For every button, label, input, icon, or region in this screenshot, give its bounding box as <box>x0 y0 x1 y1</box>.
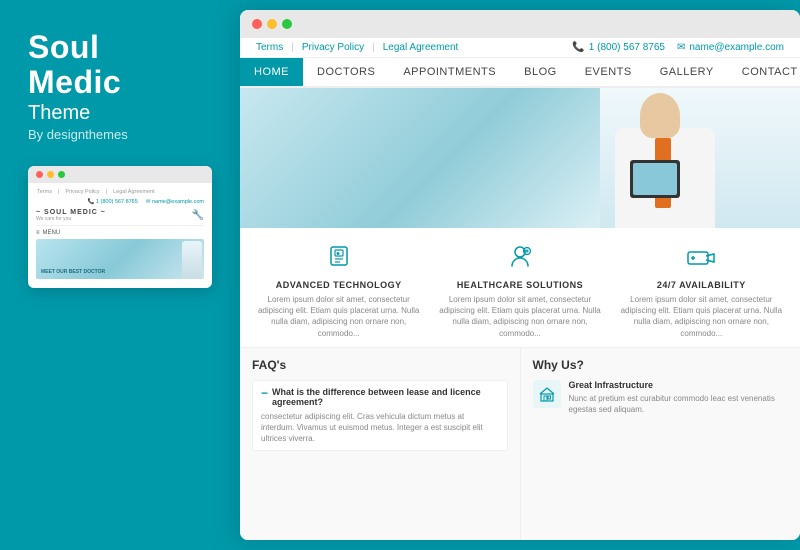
why-item-title: Great Infrastructure <box>569 380 789 390</box>
feature-technology: ADVANCED TECHNOLOGY Lorem ipsum dolor si… <box>256 244 421 339</box>
feature-technology-icon <box>256 244 421 276</box>
main-browser: Terms | Privacy Policy | Legal Agreement… <box>240 10 800 540</box>
header-links: Terms | Privacy Policy | Legal Agreement <box>256 42 458 53</box>
bottom-section: FAQ's − What is the difference between l… <box>240 348 800 540</box>
dot-green[interactable] <box>282 19 292 29</box>
faq-section: FAQ's − What is the difference between l… <box>240 348 521 540</box>
why-section: Why Us? Great Infrastructure Nunc at pre… <box>521 348 800 540</box>
brand-name: Soul Medic Theme By designthemes <box>28 30 212 142</box>
features-section: ADVANCED TECHNOLOGY Lorem ipsum dolor si… <box>240 228 800 348</box>
nav-contact[interactable]: CONTACT <box>728 58 800 86</box>
header-link-terms[interactable]: Terms <box>256 42 283 53</box>
faq-minus-icon[interactable]: − <box>261 387 268 399</box>
mini-menu-row: ≡ MENU <box>36 230 204 236</box>
email-address: name@example.com <box>689 42 784 53</box>
brand-subtitle: Theme <box>28 102 212 125</box>
faq-title: FAQ's <box>252 358 508 372</box>
browser-content: Terms | Privacy Policy | Legal Agreement… <box>240 38 800 540</box>
nav-gallery[interactable]: GALLERY <box>646 58 728 86</box>
email-contact: ✉ name@example.com <box>677 42 784 53</box>
header-contact: 📞 1 (800) 567 8765 ✉ name@example.com <box>572 42 784 53</box>
left-panel: Soul Medic Theme By designthemes Terms |… <box>0 0 240 550</box>
doctor-head <box>640 93 680 138</box>
brand-title: Soul Medic <box>28 30 212 100</box>
feature-healthcare: HEALTHCARE SOLUTIONS Lorem ipsum dolor s… <box>437 244 602 339</box>
mini-contact-row: 📞 1 (800) 567 8765 ✉ name@example.com <box>36 199 204 205</box>
why-item-text: Nunc at pretium est curabitur commodo le… <box>569 393 789 415</box>
why-item: Great Infrastructure Nunc at pretium est… <box>533 380 789 415</box>
mini-browser-bar <box>28 166 212 183</box>
feature-availability-text: Lorem ipsum dolor sit amet, consectetur … <box>619 294 784 339</box>
feature-technology-title: ADVANCED TECHNOLOGY <box>256 280 421 290</box>
mini-logo-row: ~ SOUL MEDIC ~ We care for you 🔧 <box>36 209 204 226</box>
feature-availability-icon <box>619 244 784 276</box>
feature-availability: 24/7 AVAILABILITY Lorem ipsum dolor sit … <box>619 244 784 339</box>
mini-wrench-icon: 🔧 <box>192 210 204 221</box>
mini-dot-red <box>36 171 43 178</box>
feature-availability-title: 24/7 AVAILABILITY <box>619 280 784 290</box>
feature-healthcare-icon <box>437 244 602 276</box>
doctor-tablet <box>630 160 680 198</box>
nav-doctors[interactable]: DOCTORS <box>303 58 389 86</box>
nav-blog[interactable]: BLOG <box>510 58 571 86</box>
why-title: Why Us? <box>533 358 789 372</box>
header-link-legal[interactable]: Legal Agreement <box>383 42 459 53</box>
phone-number: 1 (800) 567 8765 <box>589 42 665 53</box>
header-link-privacy[interactable]: Privacy Policy <box>302 42 364 53</box>
dot-yellow[interactable] <box>267 19 277 29</box>
mini-dot-green <box>58 171 65 178</box>
browser-bar <box>240 10 800 38</box>
site-nav: HOME DOCTORS APPOINTMENTS BLOG EVENTS GA… <box>240 58 800 88</box>
faq-item: − What is the difference between lease a… <box>252 380 508 452</box>
mini-browser-mockup: Terms | Privacy Policy | Legal Agreement… <box>28 166 212 288</box>
dot-red[interactable] <box>252 19 262 29</box>
mini-doctor-shape <box>182 241 202 279</box>
doctor-tablet-screen <box>633 163 677 195</box>
mini-hero: MEET OUR BEST DOCTOR <box>36 239 204 279</box>
why-content: Great Infrastructure Nunc at pretium est… <box>569 380 789 415</box>
nav-events[interactable]: EVENTS <box>571 58 646 86</box>
nav-appointments[interactable]: APPOINTMENTS <box>389 58 510 86</box>
phone-icon: 📞 <box>572 42 584 53</box>
feature-healthcare-text: Lorem ipsum dolor sit amet, consectetur … <box>437 294 602 339</box>
faq-question: − What is the difference between lease a… <box>261 387 499 407</box>
hero-doctor-image <box>600 88 800 228</box>
nav-home[interactable]: HOME <box>240 58 303 86</box>
feature-healthcare-title: HEALTHCARE SOLUTIONS <box>437 280 602 290</box>
phone-contact: 📞 1 (800) 567 8765 <box>572 42 665 53</box>
site-header: Terms | Privacy Policy | Legal Agreement… <box>240 38 800 58</box>
faq-answer: consectetur adipiscing elit. Cras vehicu… <box>261 411 499 445</box>
mini-top-links: Terms | Privacy Policy | Legal Agreement <box>36 189 204 195</box>
feature-technology-text: Lorem ipsum dolor sit amet, consectetur … <box>256 294 421 339</box>
why-infrastructure-icon <box>533 380 561 408</box>
mini-browser-content: Terms | Privacy Policy | Legal Agreement… <box>28 183 212 288</box>
doctor-figure <box>610 93 730 228</box>
mini-dot-yellow <box>47 171 54 178</box>
brand-by: By designthemes <box>28 127 212 142</box>
hero-section <box>240 88 800 228</box>
email-icon: ✉ <box>677 42 685 53</box>
